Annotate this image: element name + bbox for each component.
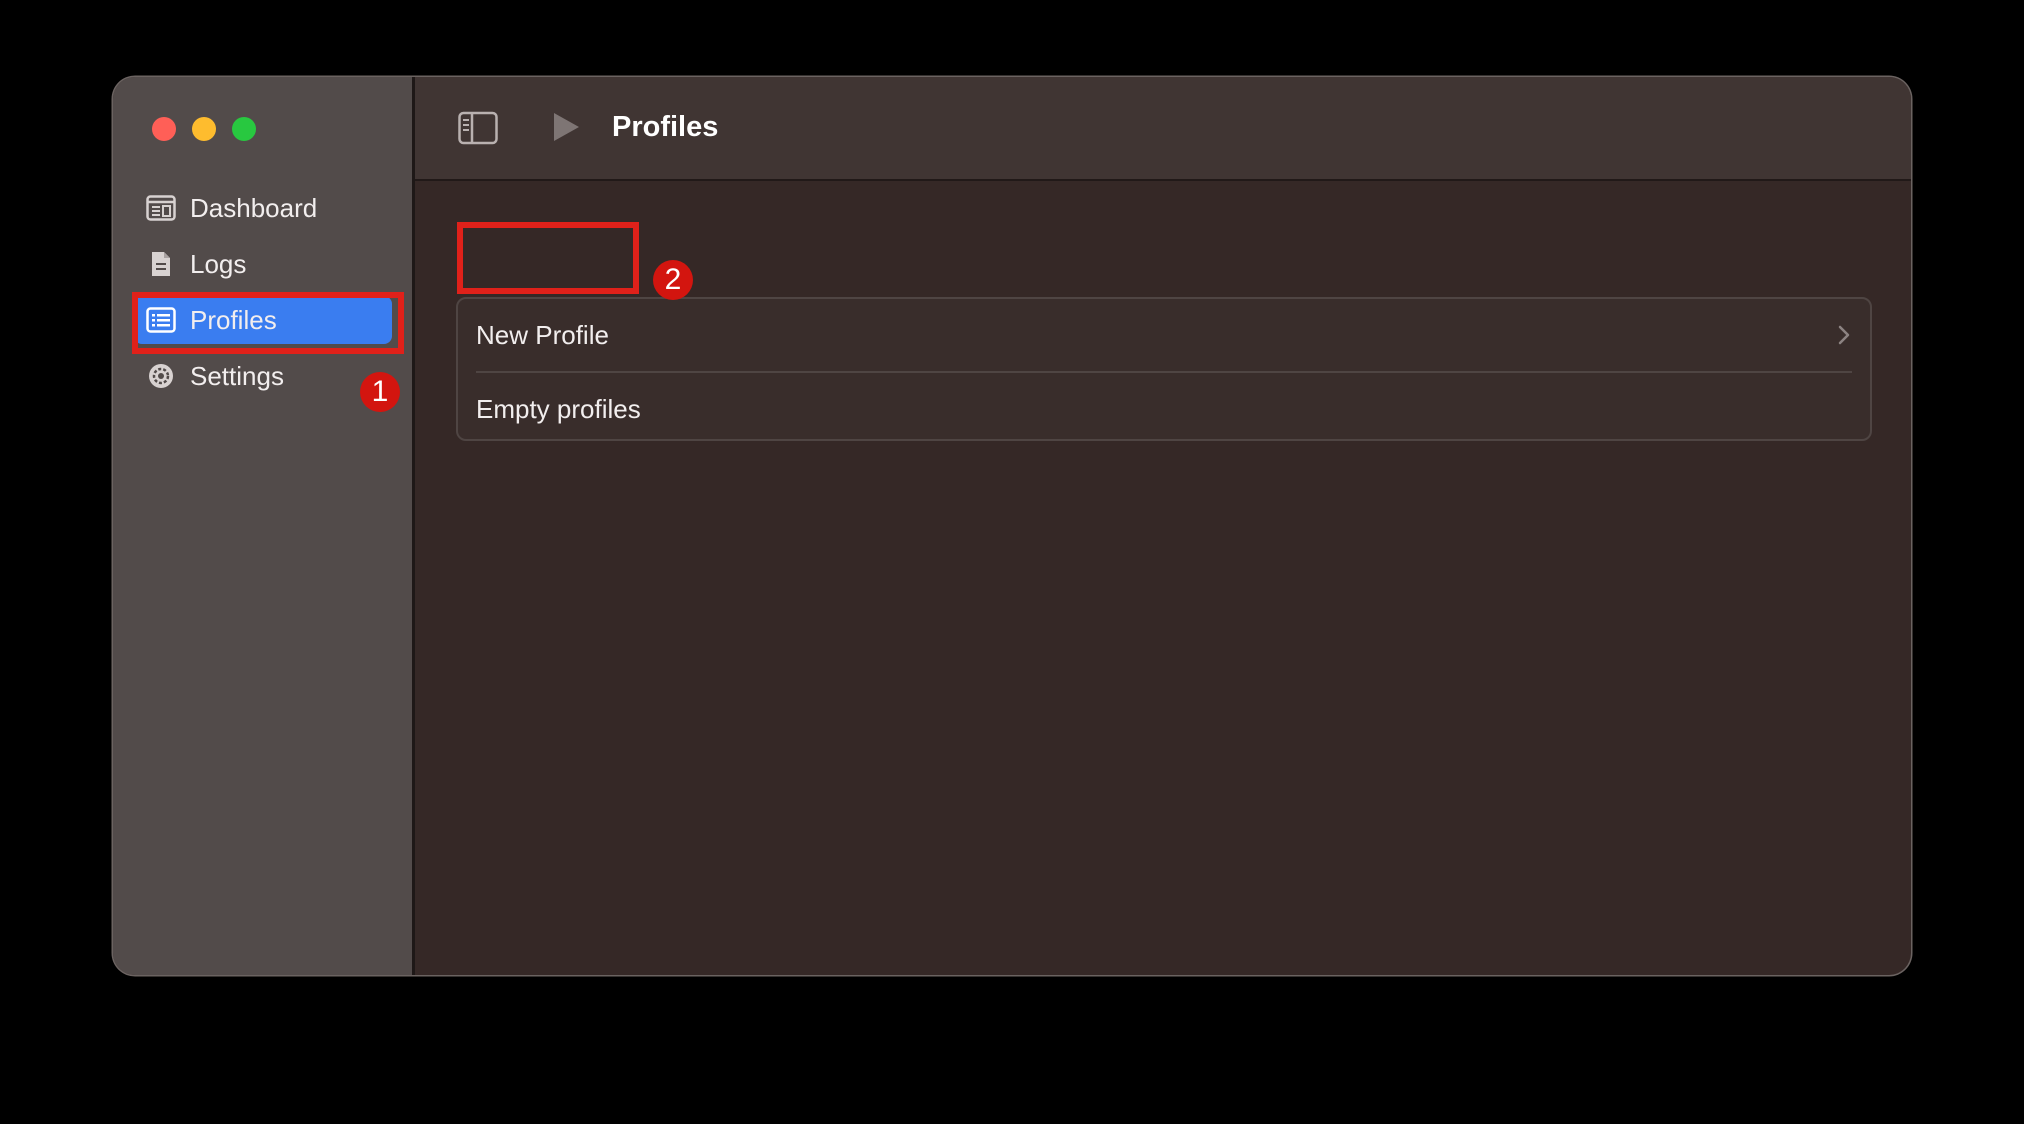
sidebar-toggle-icon[interactable] (458, 111, 498, 145)
document-icon (146, 249, 176, 279)
new-profile-label: New Profile (476, 319, 609, 350)
app-window: Dashboard Logs Profiles Settings Profile… (113, 77, 1911, 975)
play-icon[interactable] (551, 111, 581, 143)
profiles-list: New Profile Empty profiles (456, 297, 1872, 441)
new-profile-row[interactable]: New Profile (458, 299, 1870, 371)
sidebar-item-label: Settings (190, 360, 284, 391)
toolbar: Profiles (415, 77, 1911, 181)
chevron-right-icon (1834, 323, 1854, 347)
empty-profiles-row: Empty profiles (458, 373, 1870, 445)
zoom-window-button[interactable] (232, 117, 256, 141)
window-controls (152, 117, 256, 141)
sidebar: Dashboard Logs Profiles Settings (113, 77, 415, 975)
minimize-window-button[interactable] (192, 117, 216, 141)
sidebar-item-settings[interactable]: Settings (134, 352, 392, 400)
sidebar-item-logs[interactable]: Logs (134, 240, 392, 288)
highlight-profiles-item (132, 292, 404, 354)
dashboard-icon (146, 193, 176, 223)
step-badge-1: 1 (360, 372, 400, 412)
close-window-button[interactable] (152, 117, 176, 141)
page-title: Profiles (612, 111, 719, 143)
sidebar-item-label: Dashboard (190, 192, 318, 223)
gear-icon (146, 361, 176, 391)
main-content: New Profile Empty profiles (415, 181, 1911, 975)
highlight-new-profile (457, 222, 639, 294)
sidebar-item-label: Logs (190, 248, 247, 279)
sidebar-item-dashboard[interactable]: Dashboard (134, 184, 392, 232)
step-badge-2: 2 (653, 260, 693, 300)
empty-profiles-label: Empty profiles (476, 393, 641, 424)
